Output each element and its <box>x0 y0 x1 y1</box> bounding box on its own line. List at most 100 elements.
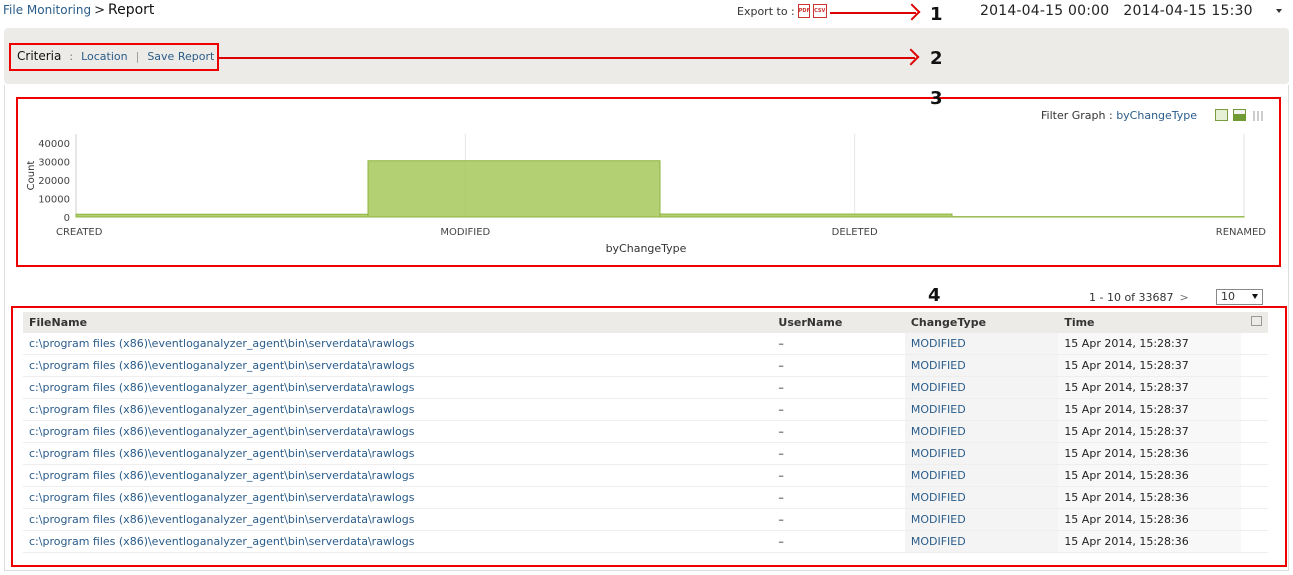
location-link[interactable]: Location <box>81 50 128 63</box>
next-page-icon[interactable]: > <box>1180 291 1189 304</box>
cell-changetype: MODIFIED <box>904 442 1059 465</box>
chart-area-segment <box>75 213 369 218</box>
table-row[interactable]: c:\program files (x86)\eventloganalyzer_… <box>23 354 1268 377</box>
table-row[interactable]: c:\program files (x86)\eventloganalyzer_… <box>23 508 1268 531</box>
x-tick-label: CREATED <box>56 227 103 238</box>
column-header-time[interactable]: Time <box>1058 312 1241 333</box>
filter-graph-value[interactable]: byChangeType <box>1116 109 1197 122</box>
table-row[interactable]: c:\program files (x86)\eventloganalyzer_… <box>23 398 1268 421</box>
cell-username: – <box>772 376 905 399</box>
criteria-toolbar: Criteria: Location | Save Report <box>17 49 214 63</box>
csv-icon[interactable]: CSV <box>812 4 827 18</box>
table-row[interactable]: c:\program files (x86)\eventloganalyzer_… <box>23 530 1268 553</box>
cell-time: 15 Apr 2014, 15:28:36 <box>1058 486 1241 509</box>
pdf-icon[interactable]: PDF <box>797 4 810 18</box>
table-row[interactable]: c:\program files (x86)\eventloganalyzer_… <box>23 333 1268 355</box>
cell-spacer <box>1240 508 1268 531</box>
cell-username: – <box>772 464 905 487</box>
breadcrumb: File Monitoring > Report <box>3 2 154 18</box>
cell-time: 15 Apr 2014, 15:28:36 <box>1058 508 1241 531</box>
cell-spacer <box>1240 486 1268 509</box>
date-range-picker[interactable]: 2014-04-15 00:00 2014-04-15 15:30 <box>980 3 1267 19</box>
cell-filename[interactable]: c:\program files (x86)\eventloganalyzer_… <box>23 420 773 443</box>
cell-spacer <box>1240 464 1268 487</box>
cell-filename[interactable]: c:\program files (x86)\eventloganalyzer_… <box>23 376 773 399</box>
cell-changetype: MODIFIED <box>904 376 1059 399</box>
pagination-range: 1 - 10 of 33687 <box>1089 291 1174 304</box>
cell-changetype: MODIFIED <box>904 333 1059 355</box>
y-tick-label: 10000 <box>38 195 70 206</box>
cell-filename[interactable]: c:\program files (x86)\eventloganalyzer_… <box>23 333 773 355</box>
cell-spacer <box>1240 376 1268 399</box>
chart-area-segment <box>367 160 661 218</box>
cell-filename[interactable]: c:\program files (x86)\eventloganalyzer_… <box>23 464 773 487</box>
line-chart-icon[interactable] <box>1215 109 1228 121</box>
save-report-link[interactable]: Save Report <box>147 50 214 63</box>
report-table: FileName UserName ChangeType Time c:\pro… <box>23 312 1268 553</box>
cell-changetype: MODIFIED <box>904 486 1059 509</box>
filter-graph: Filter Graph : byChangeType <box>1041 109 1197 122</box>
table-row[interactable]: c:\program files (x86)\eventloganalyzer_… <box>23 376 1268 399</box>
cell-filename[interactable]: c:\program files (x86)\eventloganalyzer_… <box>23 486 773 509</box>
pdf-icon-text: PDF <box>798 8 810 14</box>
table-row[interactable]: c:\program files (x86)\eventloganalyzer_… <box>23 442 1268 465</box>
cell-changetype: MODIFIED <box>904 420 1059 443</box>
cell-filename[interactable]: c:\program files (x86)\eventloganalyzer_… <box>23 508 773 531</box>
table-row[interactable]: c:\program files (x86)\eventloganalyzer_… <box>23 420 1268 443</box>
date-range-start: 2014-04-15 00:00 <box>980 3 1110 19</box>
cell-username: – <box>772 420 905 443</box>
y-tick-label: 40000 <box>38 139 70 150</box>
table-row[interactable]: c:\program files (x86)\eventloganalyzer_… <box>23 486 1268 509</box>
y-axis-label: Count <box>26 161 37 191</box>
cell-changetype: MODIFIED <box>904 530 1059 553</box>
area-chart-icon[interactable] <box>1233 109 1246 121</box>
export-group: Export to : PDF CSV <box>737 4 827 18</box>
cell-spacer <box>1240 442 1268 465</box>
table-header-row: FileName UserName ChangeType Time <box>23 312 1268 333</box>
criteria-colon: : <box>69 50 74 63</box>
chart-area-segment <box>659 213 953 218</box>
column-header-filename[interactable]: FileName <box>23 312 773 333</box>
cell-time: 15 Apr 2014, 15:28:37 <box>1058 333 1241 355</box>
cell-username: – <box>772 442 905 465</box>
page-size-select[interactable]: 10 <box>1216 289 1263 305</box>
cell-filename[interactable]: c:\program files (x86)\eventloganalyzer_… <box>23 530 773 553</box>
cell-time: 15 Apr 2014, 15:28:36 <box>1058 464 1241 487</box>
chevron-down-icon[interactable] <box>1276 9 1282 13</box>
cell-filename[interactable]: c:\program files (x86)\eventloganalyzer_… <box>23 442 773 465</box>
bar-chart-icon[interactable] <box>1251 109 1264 121</box>
cell-filename[interactable]: c:\program files (x86)\eventloganalyzer_… <box>23 398 773 421</box>
cell-changetype: MODIFIED <box>904 508 1059 531</box>
cell-time: 15 Apr 2014, 15:28:37 <box>1058 398 1241 421</box>
cell-changetype: MODIFIED <box>904 354 1059 377</box>
cell-time: 15 Apr 2014, 15:28:36 <box>1058 530 1241 553</box>
cell-time: 15 Apr 2014, 15:28:37 <box>1058 420 1241 443</box>
chevron-down-icon <box>1252 294 1258 299</box>
column-chooser-icon[interactable] <box>1251 316 1262 326</box>
column-chooser[interactable] <box>1240 312 1268 333</box>
x-tick-label: DELETED <box>832 227 878 238</box>
export-label: Export to : <box>737 4 795 18</box>
column-header-changetype[interactable]: ChangeType <box>904 312 1059 333</box>
cell-time: 15 Apr 2014, 15:28:37 <box>1058 354 1241 377</box>
graph-type-toggle <box>1215 109 1264 121</box>
breadcrumb-parent-link[interactable]: File Monitoring <box>3 3 91 17</box>
criteria-separator: | <box>135 50 140 63</box>
table-row[interactable]: c:\program files (x86)\eventloganalyzer_… <box>23 464 1268 487</box>
cell-username: – <box>772 530 905 553</box>
annotation-number-4: 4 <box>928 285 941 306</box>
x-tick-label: MODIFIED <box>440 227 490 238</box>
cell-filename[interactable]: c:\program files (x86)\eventloganalyzer_… <box>23 354 773 377</box>
cell-time: 15 Apr 2014, 15:28:37 <box>1058 376 1241 399</box>
page-title: Report <box>107 2 155 18</box>
y-tick-label: 0 <box>64 213 70 224</box>
annotation-arrow-1 <box>830 12 916 14</box>
annotation-number-3: 3 <box>930 88 943 109</box>
change-type-chart: 0 10000 20000 30000 40000 CREATED MODIFIED DELE… <box>26 134 1266 255</box>
page-size-value: 10 <box>1221 290 1235 303</box>
column-header-username[interactable]: UserName <box>772 312 905 333</box>
annotation-number-2: 2 <box>930 48 943 69</box>
cell-spacer <box>1240 333 1268 355</box>
y-tick-label: 30000 <box>38 158 70 169</box>
cell-username: – <box>772 486 905 509</box>
